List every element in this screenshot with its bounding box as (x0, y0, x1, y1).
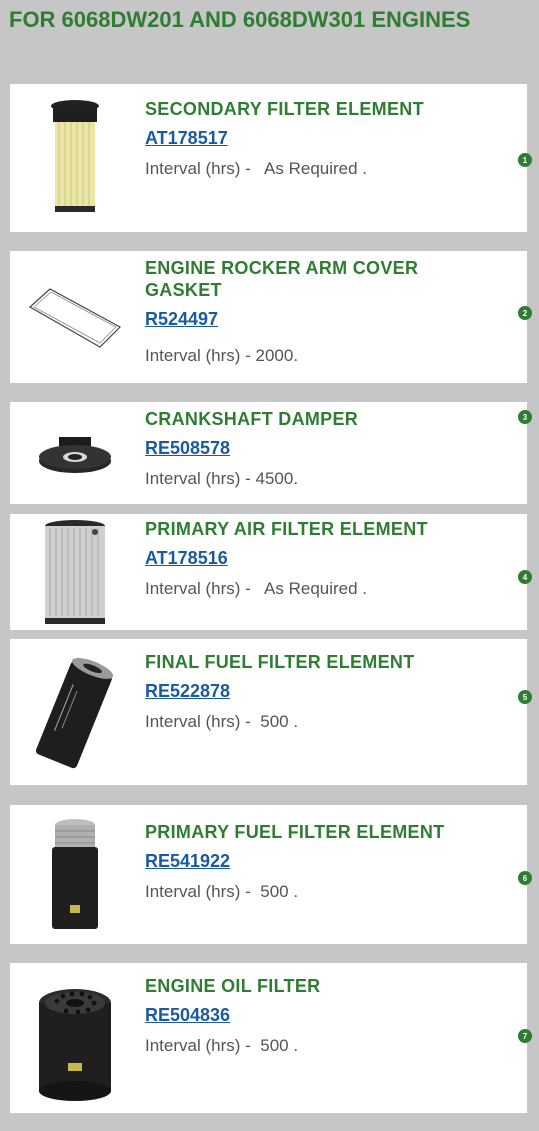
part-name: PRIMARY AIR FILTER ELEMENT (145, 519, 428, 539)
oil-filter-icon (10, 963, 140, 1113)
part-number-link[interactable]: AT178516 (145, 548, 228, 569)
part-number-link[interactable]: R524497 (145, 309, 218, 330)
part-interval: Interval (hrs) - 500 . (145, 882, 299, 901)
part-interval: Interval (hrs) - 500 . (145, 712, 299, 731)
part-card-primary-air-filter: PRIMARY AIR FILTER ELEMENT AT178516 Inte… (10, 514, 527, 630)
callout-badge: 1 (518, 153, 532, 167)
page-title: FOR 6068DW201 AND 6068DW301 ENGINES (9, 7, 471, 32)
part-card-crankshaft-damper: CRANKSHAFT DAMPER RE508578 Interval (hrs… (10, 402, 527, 504)
part-number-link[interactable]: RE522878 (145, 681, 230, 702)
part-name: FINAL FUEL FILTER ELEMENT (145, 652, 415, 672)
part-interval: Interval (hrs) - As Required . (145, 159, 368, 178)
part-number-link[interactable]: RE504836 (145, 1005, 230, 1026)
callout-badge: 7 (518, 1029, 532, 1043)
final-fuel-filter-icon (10, 639, 140, 785)
secondary-filter-icon (10, 84, 140, 232)
part-card-primary-fuel-filter: PRIMARY FUEL FILTER ELEMENT RE541922 Int… (10, 805, 527, 944)
part-interval: Interval (hrs) - 500 . (145, 1036, 299, 1055)
part-card-engine-oil-filter: ENGINE OIL FILTER RE504836 Interval (hrs… (10, 963, 527, 1113)
part-name: ENGINE ROCKER ARM COVER GASKET (145, 258, 419, 300)
part-name: CRANKSHAFT DAMPER (145, 409, 359, 429)
part-interval: Interval (hrs) - 4500. (145, 469, 299, 488)
callout-badge: 3 (518, 410, 532, 424)
callout-badge: 4 (518, 570, 532, 584)
part-card-rocker-gasket: ENGINE ROCKER ARM COVER GASKET R524497 I… (10, 251, 527, 383)
callout-badge: 2 (518, 306, 532, 320)
part-card-secondary-filter: SECONDARY FILTER ELEMENT AT178517 Interv… (10, 84, 527, 232)
part-number-link[interactable]: AT178517 (145, 128, 228, 149)
part-name: SECONDARY FILTER ELEMENT (145, 99, 424, 119)
part-name: ENGINE OIL FILTER (145, 976, 321, 996)
part-interval: Interval (hrs) - As Required . (145, 579, 368, 598)
callout-badge: 6 (518, 871, 532, 885)
part-number-link[interactable]: RE541922 (145, 851, 230, 872)
damper-icon (10, 402, 140, 504)
callout-badge: 5 (518, 690, 532, 704)
part-interval: Interval (hrs) - 2000. (145, 346, 299, 365)
part-number-link[interactable]: RE508578 (145, 438, 230, 459)
part-name: PRIMARY FUEL FILTER ELEMENT (145, 822, 445, 842)
primary-fuel-filter-icon (10, 805, 140, 944)
gasket-icon (10, 251, 140, 383)
air-filter-icon (10, 514, 140, 630)
part-card-final-fuel-filter: FINAL FUEL FILTER ELEMENT RE522878 Inter… (10, 639, 527, 785)
